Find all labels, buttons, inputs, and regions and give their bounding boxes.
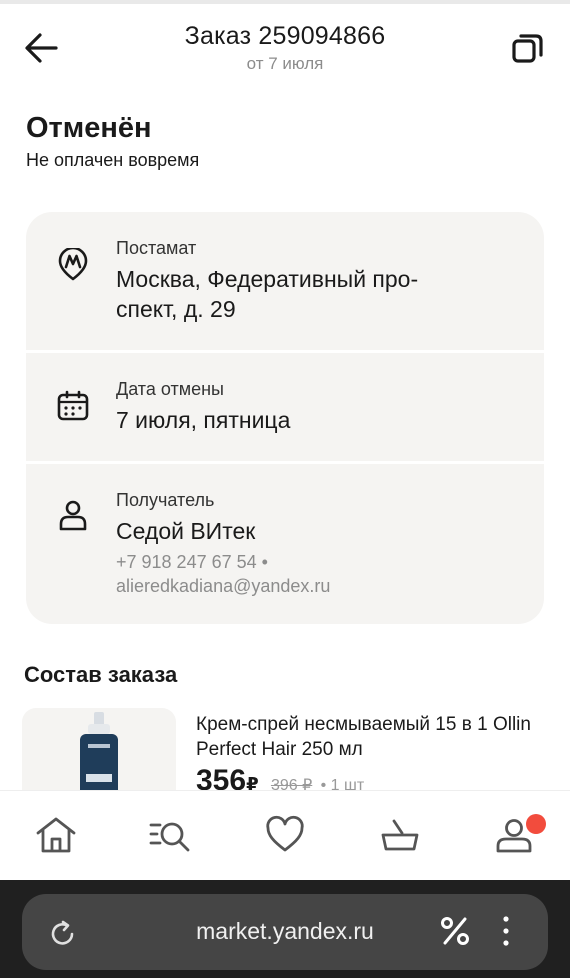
order-details-card: Постамат Москва, Федеративный про- спект…: [26, 212, 544, 624]
order-status-reason: Не оплачен вовремя: [26, 150, 200, 170]
cancel-date-label: Дата отмены: [116, 379, 224, 399]
recipient-label: Получатель: [116, 490, 215, 510]
copy-icon[interactable]: [508, 30, 548, 70]
order-title: Заказ 259094866: [184, 22, 386, 50]
pickup-point-section[interactable]: Постамат Москва, Федеративный про- спект…: [26, 212, 544, 350]
cancel-date-value: 7 июля, пятница: [116, 407, 291, 433]
order-status: Отменён: [26, 112, 152, 144]
order-items-title: Состав заказа: [24, 662, 178, 687]
pickup-label: Постамат: [116, 238, 197, 258]
status-bar-remnant: [0, 0, 570, 4]
cart-icon[interactable]: [378, 813, 422, 857]
recipient-section: Получатель Седой ВИтек +7 918 247 67 54 …: [26, 464, 544, 624]
cancel-date-section: Дата отмены 7 июля, пятница: [26, 353, 544, 461]
page-header: Заказ 259094866 от 7 июля: [0, 14, 570, 84]
more-vertical-icon[interactable]: [498, 914, 514, 948]
pickup-address-line1: Москва, Федеративный про-: [116, 266, 419, 292]
order-date: от 7 июля: [246, 54, 324, 73]
recipient-name: Седой ВИтек: [116, 518, 256, 544]
heart-icon[interactable]: [263, 813, 307, 857]
pickup-address-line2: спект, д. 29: [116, 296, 236, 322]
notification-badge: [526, 814, 546, 834]
recipient-email: alieredkadiana@yandex.ru: [116, 576, 331, 596]
bottom-tab-bar: [0, 790, 570, 880]
address-bar[interactable]: market.yandex.ru: [22, 894, 548, 970]
recipient-phone: +7 918 247 67 54 •: [116, 552, 268, 572]
metro-pin-icon: [58, 248, 88, 281]
product-name[interactable]: Крем-спрей несмываемый 15 в 1 Ollin Perf…: [196, 712, 536, 762]
person-icon: [59, 500, 87, 531]
home-icon[interactable]: [34, 813, 78, 857]
browser-toolbar: market.yandex.ru: [0, 880, 570, 978]
percent-icon[interactable]: [438, 914, 472, 948]
calendar-icon: [57, 390, 89, 421]
catalog-search-icon[interactable]: [148, 813, 192, 857]
